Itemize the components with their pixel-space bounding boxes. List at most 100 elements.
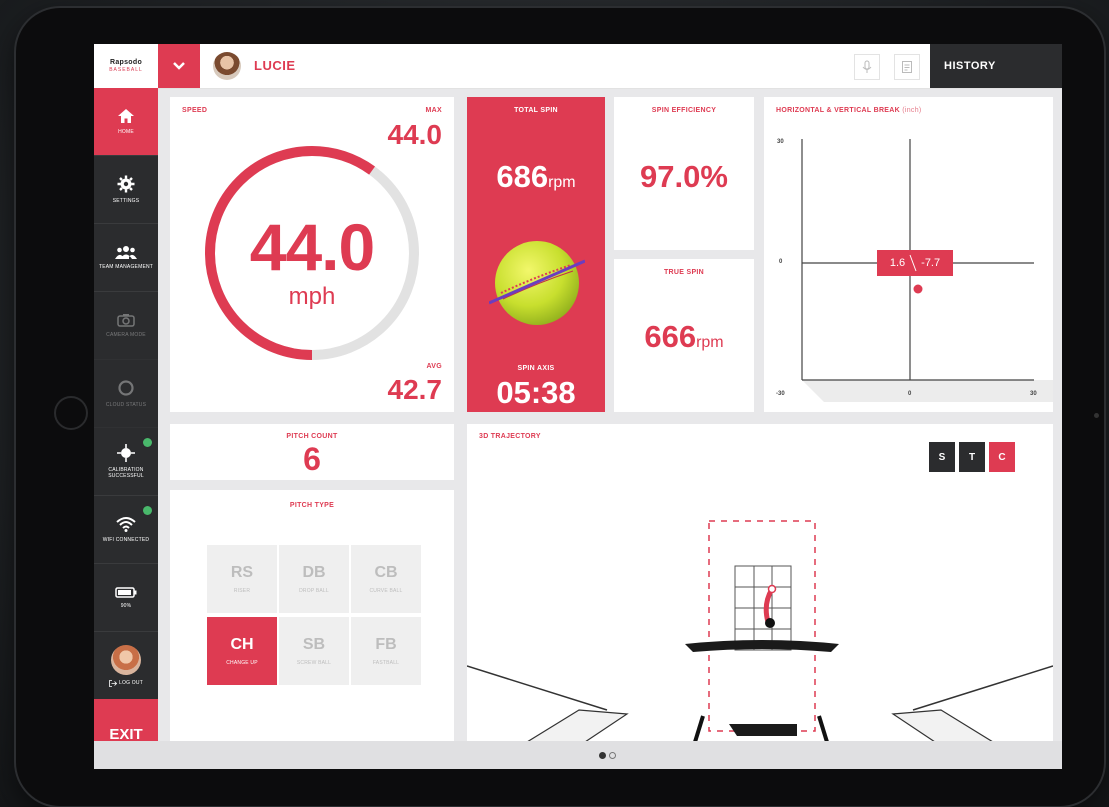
notes-icon[interactable]	[894, 54, 920, 80]
calibration-icon	[117, 444, 135, 462]
break-chart-card: HORIZONTAL & VERTICAL BREAK (inch) 30 0 …	[764, 97, 1053, 412]
app-screen: Rapsodo BASEBALL LUCIE HISTORY HOME SETT…	[94, 44, 1062, 769]
sidebar-item-team-management[interactable]: TEAM MANAGEMENT	[94, 224, 158, 292]
speed-label: SPEED	[182, 107, 208, 114]
logout-icon	[109, 679, 118, 687]
softball-icon	[489, 241, 585, 325]
home-icon	[118, 109, 134, 123]
pitch-name: RISER	[233, 588, 251, 594]
history-button[interactable]: HISTORY	[930, 44, 1062, 88]
sidebar-item-label: SETTINGS	[112, 198, 140, 204]
total-spin-label: TOTAL SPIN	[514, 107, 558, 114]
logout-link[interactable]: LOG OUT	[109, 679, 143, 687]
page-indicator	[94, 741, 1062, 769]
sidebar-item-camera-mode[interactable]: CAMERA MODE	[94, 292, 158, 360]
sidebar-item-cloud-status[interactable]: CLOUD STATUS	[94, 360, 158, 428]
x-tick-left: -30	[776, 391, 785, 397]
trajectory-card: 3D TRAJECTORY S T C	[467, 424, 1053, 742]
true-spin-value: 666	[644, 319, 697, 354]
pitch-code: SB	[302, 636, 326, 653]
pitch-code: CH	[230, 636, 254, 653]
target-grid	[734, 565, 792, 651]
app-logo: Rapsodo BASEBALL	[94, 44, 158, 88]
user-name: LUCIE	[254, 58, 296, 73]
pitch-type-card: PITCH TYPE RS RISER DB DROP BALL CB CURV…	[170, 490, 454, 742]
pitch-name: DROP BALL	[299, 588, 329, 594]
avatar[interactable]	[213, 52, 241, 80]
logo-subtext: BASEBALL	[109, 67, 143, 73]
x-tick-right: 30	[1030, 391, 1037, 397]
pitch-name: CHANGE UP	[226, 660, 258, 666]
sidebar-item-home[interactable]: HOME	[94, 88, 158, 156]
logout-label: LOG OUT	[119, 680, 143, 686]
avg-label: AVG	[426, 363, 442, 370]
speed-value: 44.0	[249, 210, 375, 284]
home-button[interactable]	[54, 396, 88, 430]
microphone-icon[interactable]	[854, 54, 880, 80]
logo-text: Rapsodo	[109, 59, 143, 66]
pitch-code: RS	[230, 564, 254, 581]
sidebar-item-logout[interactable]: LOG OUT	[94, 632, 158, 700]
total-spin-value: 686	[496, 159, 549, 194]
sidebar-item-label: HOME	[118, 129, 134, 135]
top-bar: Rapsodo BASEBALL LUCIE HISTORY	[94, 44, 1062, 89]
pitch-count-value: 6	[303, 441, 321, 477]
pitch-type-ch[interactable]: CH CHANGE UP	[207, 617, 277, 685]
speed-card: SPEED MAX 44.0 44.0 mph AVG 42.7	[170, 97, 454, 412]
y-tick-mid: 0	[779, 259, 783, 265]
wifi-icon	[116, 517, 136, 532]
pitch-code: FB	[375, 636, 397, 653]
spin-axis-value: 05:38	[496, 375, 576, 410]
page-dot[interactable]	[609, 752, 616, 759]
pitch-type-label: PITCH TYPE	[289, 502, 335, 509]
chevron-down-icon	[173, 62, 185, 70]
status-ok-badge	[143, 438, 152, 447]
sidebar: HOME SETTINGS TEAM MANAGEMENT CAMERA MOD…	[94, 88, 158, 769]
pitch-type-cb[interactable]: CB CURVE BALL	[351, 545, 421, 613]
max-label: MAX	[425, 107, 442, 114]
total-spin-unit: rpm	[548, 174, 576, 191]
home-plate	[729, 724, 797, 736]
pitch-type-rs[interactable]: RS RISER	[207, 545, 277, 613]
pitch-type-fb[interactable]: FB FASTBALL	[351, 617, 421, 685]
spin-axis-label: SPIN AXIS	[517, 365, 555, 372]
break-readout-badge: 1.6 -7.7	[877, 250, 953, 276]
page-dot-active[interactable]	[599, 752, 606, 759]
pitch-type-db[interactable]: DB DROP BALL	[279, 545, 349, 613]
pitch-name: FASTBALL	[372, 660, 400, 666]
true-spin-readout: 666rpm	[614, 319, 754, 355]
battery-level: 90%	[120, 602, 132, 609]
vertical-break-value: -7.7	[921, 257, 941, 269]
x-tick-mid: 0	[908, 391, 912, 397]
avg-speed-value: 42.7	[387, 374, 443, 405]
sidebar-item-label: CLOUD STATUS	[105, 402, 147, 408]
true-spin-label: TRUE SPIN	[663, 269, 705, 276]
slash-divider	[909, 254, 917, 272]
break-point	[913, 284, 923, 294]
total-spin-readout: 686rpm	[467, 159, 605, 195]
sidebar-item-calibration[interactable]: CALIBRATION SUCCESSFUL	[94, 428, 158, 496]
user-dropdown-button[interactable]	[158, 44, 200, 88]
true-spin-unit: rpm	[696, 334, 724, 351]
pitch-code: DB	[302, 564, 326, 581]
trajectory-scene	[467, 520, 1053, 742]
avatar	[111, 644, 141, 675]
camera-dot	[1094, 413, 1099, 418]
camera-icon	[117, 314, 135, 327]
horizontal-break-value: 1.6	[889, 257, 906, 269]
cloud-icon	[118, 380, 134, 396]
spin-efficiency-value: 97.0%	[640, 159, 728, 194]
pitch-count-card: PITCH COUNT 6	[170, 424, 454, 480]
ball-marker	[765, 618, 775, 628]
sidebar-item-wifi[interactable]: WIFI CONNECTED	[94, 496, 158, 564]
sidebar-item-label: WIFI CONNECTED	[102, 537, 150, 543]
sidebar-item-settings[interactable]: SETTINGS	[94, 156, 158, 224]
battery-icon	[115, 586, 137, 598]
pitch-type-sb[interactable]: SB SCREW BALL	[279, 617, 349, 685]
sidebar-item-label: TEAM MANAGEMENT	[98, 264, 154, 270]
team-icon	[115, 246, 137, 259]
pitch-name: CURVE BALL	[369, 588, 403, 594]
speed-unit: mph	[288, 283, 336, 310]
total-spin-card: TOTAL SPIN 686rpm SPIN AXIS 05:38	[467, 97, 605, 412]
status-ok-badge	[143, 506, 152, 515]
